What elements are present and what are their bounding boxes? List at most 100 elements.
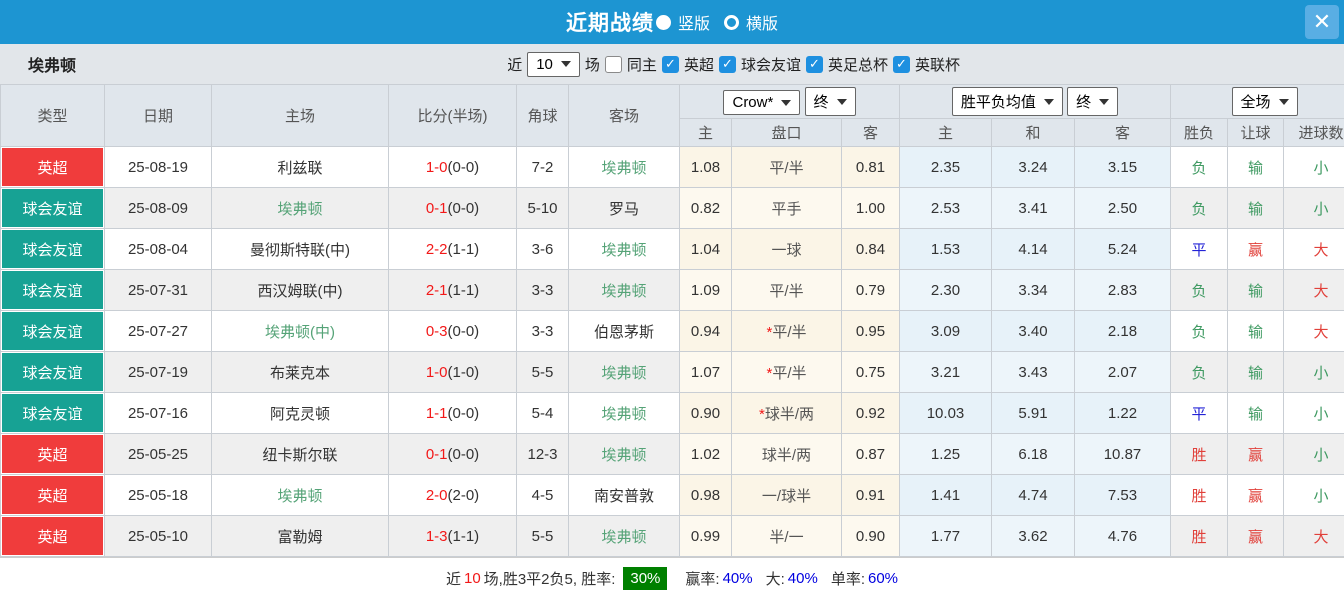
halftime-score: (1-0) — [447, 363, 480, 381]
cell-score: 2-0(2-0) — [388, 474, 517, 516]
cell-corners: 3-6 — [516, 228, 569, 270]
cell-match-type: 英超 — [0, 146, 105, 188]
cell-corners: 5-5 — [516, 515, 569, 557]
cell-match-type: 球会友谊 — [0, 269, 105, 311]
cell-away-team: 南安普敦 — [568, 474, 680, 516]
table-row: 球会友谊 25-08-04 曼彻斯特联(中) 2-2(1-1) 3-6 埃弗顿 … — [0, 228, 1344, 270]
subheader-ah-line: 盘口 — [731, 118, 842, 147]
cell-match-type: 英超 — [0, 474, 105, 516]
cell-goals-result: 大 — [1282, 310, 1344, 352]
cell-date: 25-05-10 — [104, 515, 212, 557]
league-friendly-label: 球会友谊 — [740, 56, 801, 74]
match-count-select[interactable]: 10 — [527, 51, 580, 77]
wdl-time-select[interactable]: 终 — [1067, 87, 1119, 116]
col-header-away: 客场 — [568, 84, 680, 147]
cell-score: 2-1(1-1) — [388, 269, 517, 311]
chevron-down-icon — [1099, 98, 1110, 105]
league-friendly-checkbox[interactable]: ✓ — [718, 55, 736, 73]
scope-select[interactable]: 全场 — [1231, 87, 1298, 116]
match-type-badge: 球会友谊 — [2, 394, 103, 432]
handicap-odds-header: Crow* 终 — [679, 84, 900, 119]
cell-eu-home-odds: 1.25 — [899, 433, 992, 475]
cell-handicap-result: 输 — [1227, 187, 1284, 229]
match-type-badge: 球会友谊 — [2, 312, 103, 350]
cell-handicap-result: 赢 — [1227, 515, 1284, 557]
table-row: 球会友谊 25-07-19 布莱克本 1-0(1-0) 5-5 埃弗顿 1.07… — [0, 351, 1344, 393]
radio-unselected-icon[interactable] — [724, 14, 739, 30]
same-home-checkbox[interactable] — [604, 55, 622, 73]
cell-home-team: 布莱克本 — [211, 351, 389, 393]
col-header-corner: 角球 — [516, 84, 569, 147]
cell-ah-line: 半/一 — [731, 515, 842, 557]
summary-footer: 近 10 场,胜3平2负5, 胜率: 30% 赢率: 40% 大: 40% 单率: 60% — [0, 557, 1344, 593]
match-type-badge: 英超 — [2, 435, 103, 473]
cell-goals-result: 小 — [1282, 187, 1344, 229]
layout-option-vertical[interactable]: 竖版 — [655, 10, 710, 34]
wdl-average-select[interactable]: 胜平负均值 — [951, 87, 1063, 116]
cell-handicap-result: 赢 — [1227, 228, 1284, 270]
radio-selected-icon[interactable] — [655, 14, 671, 30]
results-table: 类型 日期 主场 比分(半场) 角球 客场 Crow* 终 胜平负均值 终 全场 — [0, 84, 1344, 557]
cell-home-team: 纽卡斯尔联 — [211, 433, 389, 475]
league-epl-checkbox[interactable]: ✓ — [661, 55, 679, 73]
cell-ah-away-odds: 0.75 — [841, 351, 900, 393]
cell-eu-draw-odds: 3.40 — [991, 310, 1075, 352]
cell-score: 0-1(0-0) — [388, 187, 517, 229]
cell-ah-line: 一球 — [731, 228, 842, 270]
cell-date: 25-07-27 — [104, 310, 212, 352]
recent-results-window: 近期战绩 竖版 横版 ✕ 埃弗顿 近 10 场 同主 ✓ 英超 ✓ 球会友谊 ✓ — [0, 0, 1344, 593]
cell-handicap-result: 输 — [1227, 310, 1284, 352]
cell-match-type: 球会友谊 — [0, 351, 105, 393]
cell-ah-line: *平/半 — [731, 310, 842, 352]
cell-result: 负 — [1170, 310, 1228, 352]
odds-company-select[interactable]: Crow* — [723, 90, 801, 115]
col-header-score: 比分(半场) — [388, 84, 517, 147]
cell-goals-result: 小 — [1282, 392, 1344, 434]
cell-ah-away-odds: 0.90 — [841, 515, 900, 557]
cell-home-team: 曼彻斯特联(中) — [211, 228, 389, 270]
cell-eu-home-odds: 1.53 — [899, 228, 992, 270]
cell-result: 胜 — [1170, 515, 1228, 557]
cell-score: 0-1(0-0) — [388, 433, 517, 475]
scope-header: 全场 — [1169, 84, 1344, 119]
cell-handicap-result: 输 — [1227, 392, 1284, 434]
window-title: 近期战绩 — [565, 12, 654, 35]
team-name: 埃弗顿 — [28, 58, 77, 75]
same-home-label: 同主 — [626, 56, 657, 74]
results-body: 英超 25-08-19 利兹联 1-0(0-0) 7-2 埃弗顿 1.08 平/… — [0, 146, 1344, 557]
close-button[interactable]: ✕ — [1305, 5, 1339, 39]
handicap-rate-label: 赢率: — [685, 570, 720, 588]
layout-option-horizontal[interactable]: 横版 — [724, 10, 778, 34]
cell-eu-draw-odds: 3.24 — [991, 146, 1075, 188]
handicap-time-select[interactable]: 终 — [804, 87, 856, 116]
cell-ah-home-odds: 1.09 — [679, 269, 732, 311]
cell-corners: 3-3 — [516, 269, 569, 311]
fulltime-score: 1-0 — [425, 158, 448, 176]
cell-ah-home-odds: 1.04 — [679, 228, 732, 270]
close-icon: ✕ — [1312, 9, 1332, 34]
cell-away-team: 伯恩茅斯 — [568, 310, 680, 352]
cell-corners: 5-4 — [516, 392, 569, 434]
cell-away-team: 埃弗顿 — [568, 269, 680, 311]
wdl-odds-header: 胜平负均值 终 — [899, 84, 1171, 119]
vertical-layout-label: 竖版 — [677, 16, 710, 33]
col-header-home: 主场 — [211, 84, 389, 147]
cell-goals-result: 大 — [1282, 515, 1344, 557]
cell-ah-line: 平手 — [731, 187, 842, 229]
cell-match-type: 球会友谊 — [0, 310, 105, 352]
cell-home-team: 富勒姆 — [211, 515, 389, 557]
cell-date: 25-07-19 — [104, 351, 212, 393]
halftime-score: (1-1) — [447, 527, 480, 545]
match-type-badge: 球会友谊 — [2, 271, 103, 309]
cell-handicap-result: 输 — [1227, 269, 1284, 311]
chevron-down-icon — [781, 99, 792, 106]
league-facup-checkbox[interactable]: ✓ — [805, 55, 823, 73]
cell-ah-line: *平/半 — [731, 351, 842, 393]
table-row: 球会友谊 25-07-31 西汉姆联(中) 2-1(1-1) 3-3 埃弗顿 1… — [0, 269, 1344, 311]
cell-eu-draw-odds: 5.91 — [991, 392, 1075, 434]
cell-eu-away-odds: 10.87 — [1074, 433, 1171, 475]
cell-date: 25-07-16 — [104, 392, 212, 434]
league-eflcup-checkbox[interactable]: ✓ — [892, 55, 910, 73]
cell-eu-away-odds: 3.15 — [1074, 146, 1171, 188]
league-eflcup-label: 英联杯 — [914, 56, 960, 74]
